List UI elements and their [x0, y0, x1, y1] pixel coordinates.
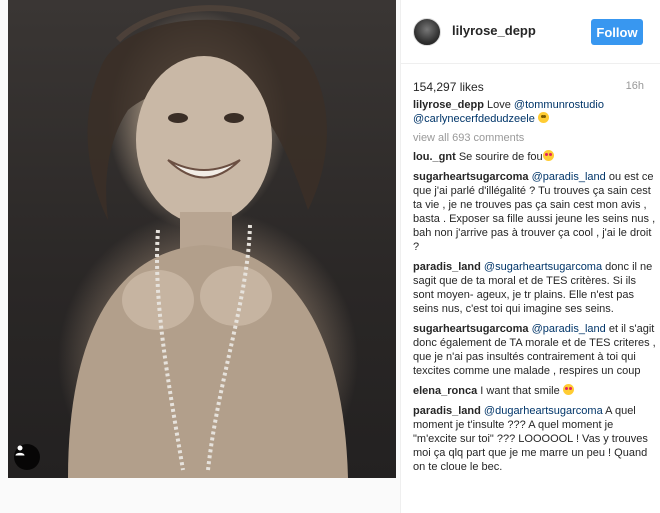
post-photo[interactable] — [8, 0, 396, 478]
post-time: 16h — [625, 80, 644, 92]
comment-text: Se sourire de fou — [458, 151, 543, 163]
post-header: lilyrose_depp Follow — [401, 0, 660, 64]
comment-author[interactable]: paradis_land — [413, 405, 481, 417]
comment-item: paradis_land @dugarheartsugarcoma A quel… — [413, 404, 657, 474]
comment-item: paradis_land @sugarheartsugarcoma donc i… — [413, 260, 657, 316]
follow-button[interactable]: Follow — [591, 19, 643, 45]
grin-icon — [537, 112, 549, 123]
comment-author[interactable]: sugarheartsugarcoma — [413, 323, 529, 335]
comment-author[interactable]: paradis_land — [413, 261, 481, 273]
comment-mention[interactable]: @dugarheartsugarcoma — [484, 405, 603, 417]
comment-item: sugarheartsugarcoma @paradis_land et il … — [413, 322, 657, 378]
comment-mention[interactable]: @paradis_land — [532, 323, 606, 335]
comment-mention[interactable]: @paradis_land — [532, 171, 606, 183]
comment-mention[interactable]: @sugarheartsugarcoma — [484, 261, 602, 273]
caption-mention-1[interactable]: @tommunrostudio — [514, 99, 604, 111]
avatar[interactable] — [413, 18, 441, 46]
comment-author[interactable]: elena_ronca — [413, 385, 477, 397]
comment-text: I want that smile — [480, 385, 560, 397]
post-side-panel: lilyrose_depp Follow 154,297 likes 16h l… — [400, 0, 660, 513]
caption: lilyrose_depp Love @tommunrostudio @carl… — [413, 98, 657, 126]
caption-text: Love — [486, 99, 514, 111]
caption-author[interactable]: lilyrose_depp — [413, 99, 484, 111]
comment-item: sugarheartsugarcoma @paradis_land ou est… — [413, 170, 657, 254]
comment-item: lou._gnt Se sourire de fou — [413, 150, 657, 164]
user-tag-icon[interactable] — [14, 444, 40, 470]
comment-author[interactable]: lou._gnt — [413, 151, 456, 163]
comment-item: elena_ronca I want that smile — [413, 384, 657, 398]
likes-count[interactable]: 154,297 likes — [413, 80, 484, 94]
view-all-comments-link[interactable]: view all 693 comments — [413, 132, 657, 144]
heart-eyes-icon — [562, 384, 574, 395]
comments-list: lilyrose_depp Love @tommunrostudio @carl… — [413, 98, 657, 480]
portrait-illustration — [68, 5, 348, 478]
instagram-post: lilyrose_depp Follow 154,297 likes 16h l… — [0, 0, 660, 513]
username-link[interactable]: lilyrose_depp — [452, 23, 536, 38]
caption-mention-2[interactable]: @carlynecerfdedudzeele — [413, 113, 535, 125]
comment-author[interactable]: sugarheartsugarcoma — [413, 171, 529, 183]
heart-eyes-icon — [542, 150, 554, 161]
comment-text: ou est ce que j'ai parlé d'illégalité ? … — [413, 171, 656, 253]
